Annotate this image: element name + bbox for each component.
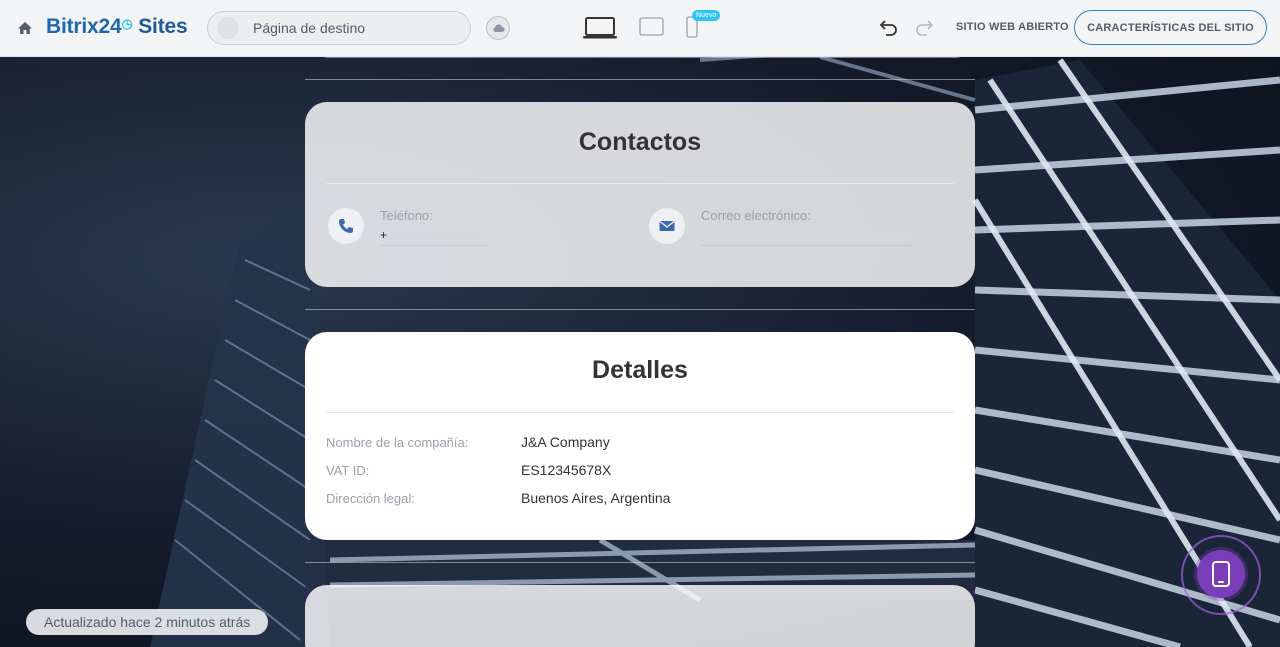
vat-id-value: ES12345678X <box>521 462 612 478</box>
company-name-value: J&A Company <box>521 434 610 450</box>
editor-toolbar: Bitrix24◷ Sites Página de destino Nuevo … <box>0 0 1280 57</box>
legal-address-value: Buenos Aires, Argentina <box>521 490 671 506</box>
block-divider <box>305 309 975 310</box>
desktop-view-icon[interactable] <box>583 16 617 40</box>
cloud-icon <box>493 24 505 32</box>
company-name-label: Nombre de la compañía: <box>326 435 469 450</box>
last-updated-status: Actualizado hace 2 minutos atrás <box>26 609 269 635</box>
logo-sites: Sites <box>138 15 188 38</box>
mobile-preview-button[interactable] <box>1197 550 1245 598</box>
email-redacted <box>701 230 909 241</box>
block-divider <box>305 562 975 563</box>
vat-id-label: VAT ID: <box>326 463 370 478</box>
logo-clock-icon: ◷ <box>121 16 133 31</box>
tablet-view-icon[interactable] <box>639 17 664 36</box>
phone-icon <box>328 208 364 244</box>
logo-main: Bitrix24 <box>46 15 122 38</box>
contacts-title: Contactos <box>578 128 702 156</box>
open-site-link[interactable]: SITIO WEB ABIERTO <box>956 21 1069 33</box>
page-selector-value: Página de destino <box>253 20 366 36</box>
next-block[interactable] <box>305 585 975 647</box>
phone-label: Teléfono: <box>380 208 433 223</box>
redo-icon[interactable] <box>914 18 934 36</box>
email-label: Correo electrónico: <box>701 208 811 223</box>
block-divider <box>305 79 975 80</box>
email-value <box>701 228 913 246</box>
mobile-phone-icon <box>1212 561 1230 587</box>
home-icon[interactable] <box>16 19 34 37</box>
site-features-button[interactable]: CARACTERÍSTICAS DEL SITIO <box>1074 10 1267 45</box>
bitrix24-sites-logo[interactable]: Bitrix24◷ Sites <box>46 15 188 39</box>
background-image <box>0 0 1280 647</box>
page-selector[interactable]: Página de destino <box>207 11 471 45</box>
page-thumbnail-icon <box>217 17 239 39</box>
email-icon <box>649 208 685 244</box>
contacts-column-divider <box>634 216 635 240</box>
new-badge: Nuevo <box>692 10 721 21</box>
legal-address-label: Dirección legal: <box>326 491 415 506</box>
details-title: Detalles <box>592 356 688 384</box>
details-separator <box>326 412 954 413</box>
phone-value: + <box>380 228 488 246</box>
phone-prefix: + <box>380 228 388 242</box>
contacts-separator <box>326 183 954 184</box>
publish-cloud-button[interactable] <box>486 16 510 40</box>
phone-redacted <box>390 230 483 241</box>
undo-icon[interactable] <box>879 18 899 36</box>
contacts-block[interactable]: Contactos Teléfono: + Correo electrónico… <box>305 102 975 287</box>
